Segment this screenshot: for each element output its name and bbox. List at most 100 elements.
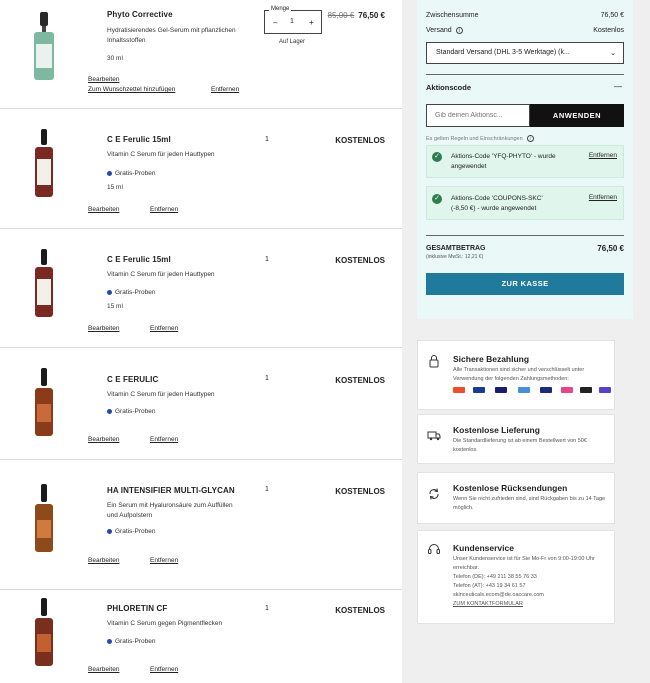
shipping-method-value: Standard Versand (DHL 3-5 Werktage) (k..… — [436, 49, 570, 56]
discounted-price: 76,50 € — [358, 11, 385, 20]
product-size: 30 ml — [107, 55, 123, 62]
contact-form-link[interactable]: ZUM KONTAKTFORMULAR — [453, 600, 611, 609]
add-to-wishlist-link[interactable]: Zum Wunschzettel hinzufügen — [88, 86, 175, 93]
item-price: KOSTENLOS — [335, 376, 385, 385]
remove-promo-link[interactable]: Entfernen — [589, 194, 617, 201]
chevron-down-icon: ⌄ — [610, 50, 616, 57]
product-description: Vitamin C Serum für jeden Hauttypen — [107, 151, 215, 158]
secure-payment-title: Sichere Bezahlung — [453, 354, 530, 364]
product-description: Ein Serum mit Hyaluronsäure zum Auffülle… — [107, 502, 233, 519]
free-sample-badge: Gratis-Proben — [107, 638, 155, 645]
edit-link[interactable]: Bearbeiten — [88, 666, 119, 673]
edit-link[interactable]: Bearbeiten — [88, 325, 119, 332]
product-name: Phyto Corrective — [107, 10, 173, 19]
cart-items: Phyto Corrective Hydratisierendes Gel-Se… — [0, 0, 402, 683]
divider — [426, 235, 624, 236]
sample-dot-icon — [107, 171, 112, 176]
item-price: KOSTENLOS — [335, 487, 385, 496]
quantity-value: 1 — [265, 136, 269, 143]
payment-method-icon — [561, 387, 573, 393]
payment-method-icon — [580, 387, 592, 393]
quantity-value: 1 — [265, 486, 269, 493]
free-returns-title: Kostenlose Rücksendungen — [453, 483, 568, 493]
quantity-value[interactable]: 1 — [290, 18, 294, 25]
shipping-label: Versand — [426, 27, 452, 34]
info-icon[interactable]: i — [455, 27, 463, 34]
remove-link[interactable]: Entfernen — [150, 325, 178, 332]
increase-quantity-button[interactable]: + — [309, 18, 314, 27]
phone-at: Telefon (AT): +43 19 34 61 57 — [453, 583, 526, 589]
free-sample-badge: Gratis-Proben — [107, 170, 155, 177]
edit-link[interactable]: Bearbeiten — [88, 557, 119, 564]
applied-promo-text: Aktions-Code 'COUPONS-SKC' (-8,50 €) - w… — [451, 195, 543, 212]
remove-link[interactable]: Entfernen — [150, 666, 178, 673]
collapse-icon[interactable]: — — [614, 82, 622, 91]
payment-method-icon — [495, 387, 507, 393]
product-size: 15 ml — [107, 184, 123, 191]
truck-icon — [427, 431, 441, 441]
edit-link[interactable]: Bearbeiten — [88, 206, 119, 213]
cart-item: Phyto Corrective Hydratisierendes Gel-Se… — [0, 0, 402, 109]
item-price: KOSTENLOS — [335, 136, 385, 145]
remove-link[interactable]: Entfernen — [150, 206, 178, 213]
free-sample-badge: Gratis-Proben — [107, 289, 155, 296]
remove-link[interactable]: Entfernen — [150, 436, 178, 443]
subtotal-label: Zwischensumme — [426, 12, 479, 19]
remove-link[interactable]: Entfernen — [211, 86, 239, 93]
quantity-stepper[interactable]: Menge – 1 + — [264, 6, 322, 34]
payment-method-icon — [473, 387, 485, 393]
lock-icon — [429, 355, 439, 368]
decrease-quantity-button[interactable]: – — [273, 18, 277, 27]
product-description: Vitamin C Serum gegen Pigmentflecken — [107, 620, 223, 627]
check-icon: ✓ — [432, 152, 442, 162]
apply-promo-button[interactable]: ANWENDEN — [530, 104, 624, 127]
sample-dot-icon — [107, 290, 112, 295]
payment-method-icon — [540, 387, 552, 393]
applied-promo: ✓ Aktions-Code 'YFQ-PHYTO' - wurde angew… — [426, 145, 624, 178]
free-delivery-text: Die Standardlieferung ist ab einem Beste… — [453, 438, 587, 453]
item-price: KOSTENLOS — [335, 606, 385, 615]
check-icon: ✓ — [432, 194, 442, 204]
free-sample-badge: Gratis-Proben — [107, 528, 155, 535]
order-sidebar: Zwischensumme 76,50 € Versand i Kostenlos… — [402, 0, 650, 683]
sample-dot-icon — [107, 409, 112, 414]
customer-service-title: Kundenservice — [453, 543, 514, 553]
product-description: Vitamin C Serum für jeden Hauttypen — [107, 271, 215, 278]
item-price: KOSTENLOS — [335, 256, 385, 265]
shipping-row: Versand i Kostenlos — [426, 27, 624, 34]
original-price: 85,00 € — [327, 11, 355, 20]
product-image — [35, 368, 53, 436]
promo-code-title: Aktionscode — [426, 83, 472, 92]
cart-item: C E Ferulic 15ml Vitamin C Serum für jed… — [0, 109, 402, 229]
free-returns-text: Wenn Sie nicht zufrieden sind, sind Rück… — [453, 496, 606, 511]
total-value: 76,50 € — [597, 244, 624, 253]
cart-item: C E FERULIC Vitamin C Serum für jeden Ha… — [0, 348, 402, 460]
edit-link[interactable]: Bearbeiten — [88, 436, 119, 443]
customer-service-card: Kundenservice Unser Kundenservice ist fü… — [417, 530, 615, 624]
product-image — [35, 129, 53, 197]
headset-icon — [428, 544, 440, 554]
phone-de: Telefon (DE): +49 211 38 55 76 33 — [453, 574, 537, 580]
info-icon[interactable]: i — [526, 135, 534, 142]
checkout-button[interactable]: ZUR KASSE — [426, 273, 624, 295]
remove-link[interactable]: Entfernen — [150, 557, 178, 564]
payment-method-icon — [453, 387, 465, 393]
product-name: C E FERULIC — [107, 375, 159, 384]
product-name: C E Ferulic 15ml — [107, 255, 171, 264]
applied-promo: ✓ Aktions-Code 'COUPONS-SKC' (-8,50 €) -… — [426, 186, 624, 220]
cart-item: PHLORETIN CF Vitamin C Serum gegen Pigme… — [0, 590, 402, 683]
return-icon — [429, 488, 439, 500]
applied-promo-text: Aktions-Code 'YFQ-PHYTO' - wurde angewen… — [451, 153, 556, 170]
product-image — [35, 249, 53, 317]
promo-code-input[interactable] — [426, 104, 530, 127]
quantity-value: 1 — [265, 605, 269, 612]
service-email: skinceuticals.ecom@de.oaccare.com — [453, 592, 544, 598]
quantity-value: 1 — [265, 375, 269, 382]
customer-service-hours: Unser Kundenservice ist für Sie Mo-Fr vo… — [453, 556, 595, 571]
edit-link[interactable]: Bearbeiten — [88, 76, 119, 83]
sample-dot-icon — [107, 639, 112, 644]
sample-dot-icon — [107, 529, 112, 534]
remove-promo-link[interactable]: Entfernen — [589, 152, 617, 159]
shipping-method-select[interactable]: Standard Versand (DHL 3-5 Werktage) (k..… — [426, 42, 624, 64]
product-description: Hydratisierendes Gel-Serum mit pflanzlic… — [107, 27, 236, 44]
